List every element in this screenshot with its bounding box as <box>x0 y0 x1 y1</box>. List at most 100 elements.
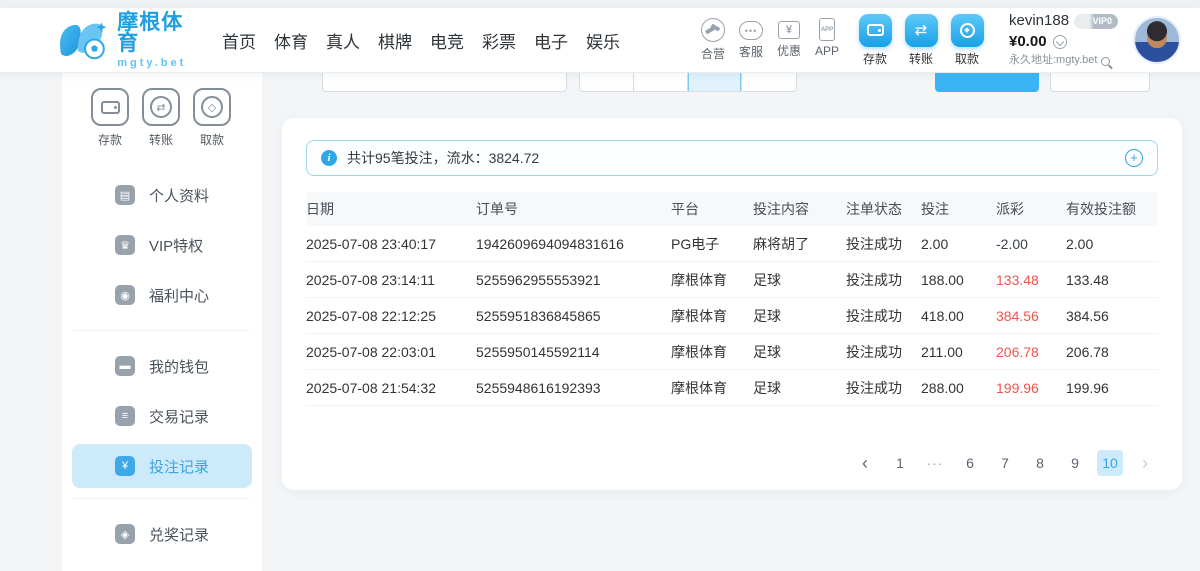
cell-bet: 418.00 <box>921 308 996 324</box>
next-page-button[interactable]: › <box>1132 450 1158 476</box>
bet-records-main: i 共计95笔投注，流水：3824.72 + 日期 订单号 平台 投注内容 注单… <box>262 72 1200 571</box>
page-1[interactable]: 1 <box>887 450 913 476</box>
coupon-icon: ¥ <box>778 21 800 39</box>
bet-records-table: 日期 订单号 平台 投注内容 注单状态 投注 派彩 有效投注额 2025-07-… <box>306 192 1158 406</box>
cell-content: 足球 <box>753 378 846 398</box>
deposit-button[interactable]: 存款 <box>853 14 897 67</box>
page-7[interactable]: 7 <box>992 450 1018 476</box>
table-row: 2025-07-08 23:14:11 5255962955553921 摩根体… <box>306 262 1158 298</box>
sidebar-item-profile[interactable]: ▤ 个人资料 <box>62 170 262 220</box>
deposit-wallet-icon <box>91 88 129 126</box>
prev-page-button[interactable]: ‹ <box>852 450 878 476</box>
cell-date: 2025-07-08 21:54:32 <box>306 380 476 396</box>
gift-box-icon: ◉ <box>115 285 135 305</box>
customer-service-link[interactable]: ••• 客服 <box>733 18 769 62</box>
bet-record-icon: ¥ <box>115 456 135 476</box>
bet-records-card: i 共计95笔投注，流水：3824.72 + 日期 订单号 平台 投注内容 注单… <box>282 118 1182 490</box>
withdraw-button[interactable]: ◆ 取款 <box>945 14 989 67</box>
deposit-wallet-icon <box>859 14 892 47</box>
header-quick-links: 合营 ••• 客服 ¥ 优惠 APP APP <box>695 18 845 62</box>
nav-lottery[interactable]: 彩票 <box>482 28 516 53</box>
cell-payout: 199.96 <box>996 380 1066 396</box>
cell-valid: 133.48 <box>1066 272 1158 288</box>
transfer-arrows-icon: ⇄ <box>142 88 180 126</box>
page-9[interactable]: 9 <box>1062 450 1088 476</box>
sidebar-item-redeem-records[interactable]: ◈ 兑奖记录 <box>62 509 262 559</box>
nav-slots[interactable]: 电子 <box>534 28 568 53</box>
cell-valid: 2.00 <box>1066 236 1158 252</box>
top-header: 摩根体育 mgty.bet 首页 体育 真人 棋牌 电竞 彩票 电子 娱乐 合营… <box>0 8 1200 72</box>
sidebar-quick-actions: 存款 ⇄ 转账 ◇ 取款 <box>62 72 262 148</box>
sidebar-item-wallet[interactable]: ▬ 我的钱包 <box>62 341 262 391</box>
vip-badge[interactable]: VIP0 <box>1074 14 1118 29</box>
withdraw-icon: ◇ <box>193 88 231 126</box>
cell-valid: 384.56 <box>1066 308 1158 324</box>
balance-dropdown-icon[interactable] <box>1053 35 1067 49</box>
football-m-logo-icon <box>56 18 109 62</box>
table-row: 2025-07-08 22:12:25 5255951836845865 摩根体… <box>306 298 1158 334</box>
handshake-icon <box>701 18 725 42</box>
user-avatar[interactable] <box>1133 16 1181 64</box>
sidebar-divider <box>74 330 250 331</box>
cell-status: 投注成功 <box>846 342 921 362</box>
main-nav: 首页 体育 真人 棋牌 电竞 彩票 电子 娱乐 <box>222 28 620 53</box>
brand-name: 摩根体育 <box>117 12 204 54</box>
cell-order: 5255962955553921 <box>476 272 671 288</box>
cell-bet: 288.00 <box>921 380 996 396</box>
cell-status: 投注成功 <box>846 234 921 254</box>
sidebar-withdraw-button[interactable]: ◇ 取款 <box>192 88 232 148</box>
cell-date: 2025-07-08 22:03:01 <box>306 344 476 360</box>
cell-bet: 2.00 <box>921 236 996 252</box>
page-10-active[interactable]: 10 <box>1097 450 1123 476</box>
nav-live-casino[interactable]: 真人 <box>326 28 360 53</box>
summary-bar: i 共计95笔投注，流水：3824.72 + <box>306 140 1158 176</box>
nav-esports[interactable]: 电竞 <box>430 28 464 53</box>
page-8[interactable]: 8 <box>1027 450 1053 476</box>
info-icon: i <box>321 150 337 166</box>
sidebar-transfer-button[interactable]: ⇄ 转账 <box>141 88 181 148</box>
nav-home[interactable]: 首页 <box>222 28 256 53</box>
window-top-strip <box>0 0 1200 8</box>
nav-entertainment[interactable]: 娱乐 <box>586 28 620 53</box>
crown-icon: ♛ <box>115 235 135 255</box>
transfer-arrows-icon: ⇄ <box>905 14 938 47</box>
username[interactable]: kevin188 <box>1009 12 1069 31</box>
cell-platform: 摩根体育 <box>671 342 753 362</box>
promotions-link[interactable]: ¥ 优惠 <box>771 18 807 62</box>
cell-payout: 133.48 <box>996 272 1066 288</box>
nav-sports[interactable]: 体育 <box>274 28 308 53</box>
cell-platform: 摩根体育 <box>671 306 753 326</box>
sidebar-item-welfare[interactable]: ◉ 福利中心 <box>62 270 262 320</box>
col-valid: 有效投注额 <box>1066 199 1158 219</box>
plus-circle-icon[interactable]: + <box>1125 149 1143 167</box>
cell-valid: 199.96 <box>1066 380 1158 396</box>
app-download-link[interactable]: APP APP <box>809 18 845 62</box>
header-wallet-actions: 存款 ⇄ 转账 ◆ 取款 <box>853 14 989 67</box>
cell-bet: 211.00 <box>921 344 996 360</box>
cell-content: 麻将胡了 <box>753 234 846 254</box>
cell-status: 投注成功 <box>846 306 921 326</box>
partner-link[interactable]: 合营 <box>695 18 731 62</box>
page-ellipsis[interactable]: ··· <box>922 450 948 476</box>
brand-logo[interactable]: 摩根体育 mgty.bet <box>56 12 204 69</box>
wallet-icon: ▬ <box>115 356 135 376</box>
sidebar-item-vip[interactable]: ♛ VIP特权 <box>62 220 262 270</box>
withdraw-icon: ◆ <box>951 14 984 47</box>
col-order: 订单号 <box>476 199 671 219</box>
pagination: ‹ 1 ··· 6 7 8 9 10 › <box>852 450 1158 476</box>
sidebar-divider <box>74 498 250 499</box>
search-icon[interactable] <box>1101 57 1110 66</box>
table-row: 2025-07-08 22:03:01 5255950145592114 摩根体… <box>306 334 1158 370</box>
sidebar-deposit-button[interactable]: 存款 <box>90 88 130 148</box>
cell-platform: 摩根体育 <box>671 378 753 398</box>
sidebar-item-bet-records[interactable]: ¥ 投注记录 <box>72 444 252 488</box>
col-date: 日期 <box>306 199 476 219</box>
sidebar-item-transactions[interactable]: ≡ 交易记录 <box>62 391 262 441</box>
page-6[interactable]: 6 <box>957 450 983 476</box>
transfer-button[interactable]: ⇄ 转账 <box>899 14 943 67</box>
table-header-row: 日期 订单号 平台 投注内容 注单状态 投注 派彩 有效投注额 <box>306 192 1158 226</box>
nav-board-games[interactable]: 棋牌 <box>378 28 412 53</box>
summary-text: 共计95笔投注，流水：3824.72 <box>347 148 539 168</box>
col-payout: 派彩 <box>996 199 1066 219</box>
brand-domain: mgty.bet <box>117 58 204 69</box>
